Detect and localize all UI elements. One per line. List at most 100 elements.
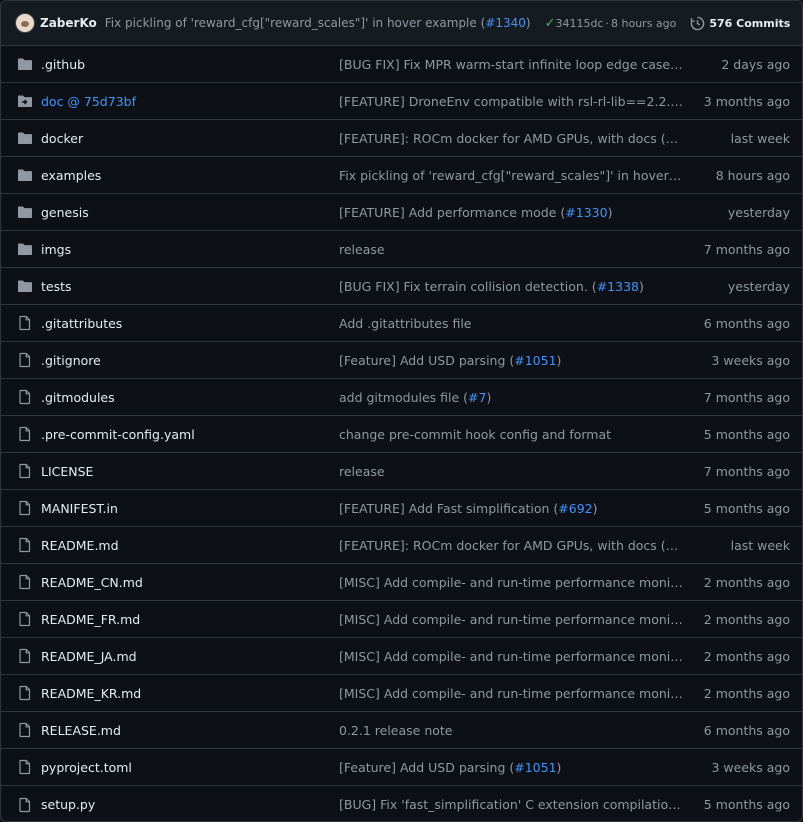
pr-link[interactable]: #7: [468, 390, 486, 405]
commit-message-text: [MISC] Add compile- and run-time perform…: [339, 648, 685, 664]
commit-age: 7 months ago: [703, 389, 790, 405]
commit-message-suffix: ): [638, 278, 644, 294]
commit-author[interactable]: ZaberKo: [40, 16, 97, 30]
file-name[interactable]: README_JA.md: [41, 649, 331, 664]
latest-commit-message[interactable]: Fix pickling of 'reward_cfg["reward_scal…: [105, 16, 531, 30]
file-row[interactable]: .gitattributes Add .gitattributes file 6 m…: [1, 305, 802, 342]
file-row[interactable]: genesis [FEATURE] Add performance mode (#…: [1, 194, 802, 231]
file-name[interactable]: imgs: [41, 242, 331, 257]
file-row[interactable]: LICENSE release 7 months ago: [1, 453, 802, 490]
commit-message[interactable]: release: [339, 242, 685, 257]
file-row[interactable]: .gitmodules add gitmodules file (#7) 7 mon…: [1, 379, 802, 416]
submodule-icon: [17, 93, 33, 109]
file-row[interactable]: MANIFEST.in [FEATURE] Add Fast simplifica…: [1, 490, 802, 527]
commit-message[interactable]: [FEATURE] Add performance mode (#1330): [339, 205, 685, 220]
file-name[interactable]: README_CN.md: [41, 575, 331, 590]
pr-link[interactable]: #692: [558, 501, 592, 516]
file-row[interactable]: README.md [FEATURE]: ROCm docker for AMD …: [1, 527, 802, 564]
file-row[interactable]: imgs release 7 months ago: [1, 231, 802, 268]
commit-message[interactable]: [MISC] Add compile- and run-time perform…: [339, 575, 685, 590]
pr-link[interactable]: #1…: [683, 57, 685, 72]
file-row[interactable]: README_FR.md [MISC] Add compile- and run-…: [1, 601, 802, 638]
commit-age: 6 months ago: [703, 722, 790, 738]
commit-message[interactable]: change pre-commit hook config and format: [339, 427, 685, 442]
file-name[interactable]: .github: [41, 57, 331, 72]
commit-message[interactable]: [MISC] Add compile- and run-time perform…: [339, 649, 685, 664]
commits-link[interactable]: 576 Commits: [690, 16, 790, 31]
avatar[interactable]: [15, 13, 35, 33]
commit-message[interactable]: [BUG FIX] Fix terrain collision detectio…: [339, 279, 685, 294]
commit-message[interactable]: Add .gitattributes file: [339, 316, 685, 331]
file-name[interactable]: MANIFEST.in: [41, 501, 331, 516]
file-name[interactable]: tests: [41, 279, 331, 294]
file-row[interactable]: .github [BUG FIX] Fix MPR warm-start infi…: [1, 46, 802, 83]
file-name[interactable]: doc @ 75d73bf: [41, 94, 331, 109]
file-row[interactable]: tests [BUG FIX] Fix terrain collision det…: [1, 268, 802, 305]
file-name[interactable]: LICENSE: [41, 464, 331, 479]
commit-message[interactable]: [BUG] Fix 'fast_simplification' C extens…: [339, 797, 685, 812]
file-name[interactable]: README_FR.md: [41, 612, 331, 627]
commit-message[interactable]: [Feature] Add USD parsing (#1051): [339, 760, 685, 775]
commit-message[interactable]: [FEATURE] DroneEnv compatible with rsl-r…: [339, 94, 685, 109]
file-name[interactable]: RELEASE.md: [41, 723, 331, 738]
commit-message[interactable]: release: [339, 464, 685, 479]
commit-message-text: Fix pickling of 'reward_cfg["reward_scal…: [339, 167, 685, 183]
commit-message[interactable]: add gitmodules file (#7): [339, 390, 685, 405]
file-icon: [17, 389, 33, 405]
file-name[interactable]: README_KR.md: [41, 686, 331, 701]
commit-message-suffix: ): [556, 352, 562, 368]
latest-commit-bar: ZaberKo Fix pickling of 'reward_cfg["rew…: [1, 1, 802, 46]
file-name[interactable]: README.md: [41, 538, 331, 553]
commit-message[interactable]: [BUG FIX] Fix MPR warm-start infinite lo…: [339, 57, 685, 72]
pr-link[interactable]: #1330: [565, 205, 607, 220]
commit-sha[interactable]: 34115dc: [555, 17, 603, 30]
file-name[interactable]: examples: [41, 168, 331, 183]
file-row[interactable]: README_JA.md [MISC] Add compile- and run-…: [1, 638, 802, 675]
file-icon: [17, 537, 33, 553]
file-icon: [17, 574, 33, 590]
file-row[interactable]: .pre-commit-config.yaml change pre-commit…: [1, 416, 802, 453]
pr-link[interactable]: #1051: [514, 353, 556, 368]
commit-message-text: [Feature] Add USD parsing (: [339, 759, 515, 775]
commit-message[interactable]: [MISC] Add compile- and run-time perform…: [339, 686, 685, 701]
commit-age: 3 weeks ago: [711, 759, 791, 775]
file-name[interactable]: genesis: [41, 205, 331, 220]
file-row[interactable]: README_KR.md [MISC] Add compile- and run-…: [1, 675, 802, 712]
commit-message-text: [MISC] Add compile- and run-time perform…: [339, 611, 685, 627]
check-icon[interactable]: ✓: [545, 16, 556, 31]
file-name[interactable]: docker: [41, 131, 331, 146]
folder-icon: [17, 130, 33, 146]
pr-link[interactable]: #1051: [514, 760, 556, 775]
file-row[interactable]: RELEASE.md 0.2.1 release note 6 months ago: [1, 712, 802, 749]
commit-message[interactable]: Fix pickling of 'reward_cfg["reward_scal…: [339, 168, 685, 183]
file-row[interactable]: setup.py [BUG] Fix 'fast_simplification' …: [1, 786, 802, 821]
commit-message-text: Fix pickling of 'reward_cfg["reward_scal…: [104, 16, 486, 30]
file-row[interactable]: doc @ 75d73bf [FEATURE] DroneEnv compatib…: [1, 83, 802, 120]
commit-message[interactable]: [FEATURE]: ROCm docker for AMD GPUs, wit…: [339, 131, 685, 146]
file-name[interactable]: pyproject.toml: [41, 760, 331, 775]
commit-age: 5 months ago: [703, 426, 790, 442]
pr-link[interactable]: #1338: [597, 279, 639, 294]
commit-message[interactable]: [MISC] Add compile- and run-time perform…: [339, 612, 685, 627]
commit-message[interactable]: [FEATURE]: ROCm docker for AMD GPUs, wit…: [339, 538, 685, 553]
file-row[interactable]: pyproject.toml [Feature] Add USD parsing …: [1, 749, 802, 786]
commit-message[interactable]: [Feature] Add USD parsing (#1051): [339, 353, 685, 368]
commit-message-text: [Feature] Add USD parsing (: [339, 352, 515, 368]
commit-message-text: [FEATURE]: ROCm docker for AMD GPUs, wit…: [339, 537, 666, 553]
commit-message[interactable]: 0.2.1 release note: [339, 723, 685, 738]
file-name[interactable]: .pre-commit-config.yaml: [41, 427, 331, 442]
file-name[interactable]: .gitattributes: [41, 316, 331, 331]
file-row[interactable]: examples Fix pickling of 'reward_cfg["rew…: [1, 157, 802, 194]
commit-message-suffix: ): [607, 204, 613, 220]
file-name[interactable]: .gitignore: [41, 353, 331, 368]
file-name[interactable]: setup.py: [41, 797, 331, 812]
file-name[interactable]: .gitmodules: [41, 390, 331, 405]
folder-icon: [17, 241, 33, 257]
file-row[interactable]: README_CN.md [MISC] Add compile- and run-…: [1, 564, 802, 601]
commit-message[interactable]: [FEATURE] Add Fast simplification (#692): [339, 501, 685, 516]
commit-message-text: change pre-commit hook config and format: [339, 426, 612, 442]
pr-link[interactable]: #1340: [485, 16, 526, 30]
commit-age: last week: [730, 130, 790, 146]
file-row[interactable]: docker [FEATURE]: ROCm docker for AMD GPU…: [1, 120, 802, 157]
file-row[interactable]: .gitignore [Feature] Add USD parsing (#10…: [1, 342, 802, 379]
